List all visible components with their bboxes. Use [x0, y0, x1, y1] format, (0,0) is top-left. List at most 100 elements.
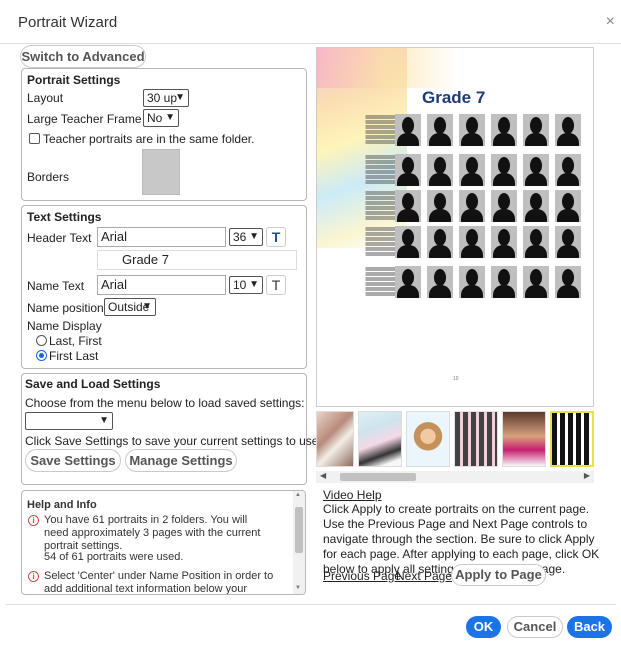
- teacher-frame-select-value: No: [147, 111, 163, 125]
- saved-settings-select[interactable]: ▼: [25, 412, 113, 430]
- teacher-frame-select[interactable]: No ▼: [143, 109, 179, 127]
- help-scroll-thumb[interactable]: [295, 507, 303, 553]
- header-text-label: Header Text: [27, 231, 92, 245]
- thumbnail-scroll-thumb[interactable]: [340, 473, 416, 481]
- silhouette-head: [466, 117, 478, 134]
- portrait-silhouette: [491, 190, 517, 222]
- name-line: [351, 180, 399, 184]
- name-line: [351, 206, 399, 210]
- silhouette-body: [461, 133, 483, 146]
- previous-page-link[interactable]: Previous Page: [323, 569, 401, 583]
- silhouette-body: [557, 285, 579, 298]
- page-thumbnail[interactable]: [406, 411, 450, 467]
- header-text-input[interactable]: Grade 7: [97, 250, 297, 270]
- name-line: [351, 165, 399, 169]
- portrait-silhouette: [491, 114, 517, 146]
- apply-to-page-button[interactable]: Apply to Page: [451, 564, 546, 586]
- portrait-silhouette: [523, 226, 549, 258]
- scroll-left-icon[interactable]: ◀: [320, 471, 326, 480]
- same-folder-checkbox[interactable]: [29, 133, 40, 144]
- name-line: [351, 267, 399, 271]
- silhouette-head: [498, 157, 510, 174]
- portrait-silhouette: [427, 266, 453, 298]
- header-font-input[interactable]: Arial: [97, 227, 226, 247]
- help-item-portraits: You have 61 portraits in 2 folders. You …: [44, 514, 261, 552]
- silhouette-body: [493, 133, 515, 146]
- page-thumbnails: [316, 411, 594, 469]
- name-position-select[interactable]: Outside ▼: [104, 298, 156, 316]
- chevron-down-icon: ▼: [175, 92, 185, 103]
- name-line: [351, 252, 399, 256]
- page-thumbnail[interactable]: [316, 411, 354, 467]
- help-scrollbar[interactable]: ▲ ▼: [293, 491, 305, 594]
- text-settings-title: Text Settings: [27, 210, 102, 224]
- video-help-link[interactable]: Video Help: [323, 488, 382, 502]
- save-settings-button[interactable]: Save Settings: [25, 449, 121, 472]
- silhouette-head: [530, 117, 542, 134]
- name-line: [351, 211, 399, 215]
- silhouette-head: [530, 269, 542, 286]
- silhouette-body: [461, 285, 483, 298]
- preview-grade-title: Grade 7: [422, 88, 486, 107]
- scroll-down-icon[interactable]: ▼: [295, 585, 301, 591]
- silhouette-head: [434, 229, 446, 246]
- portrait-silhouette: [555, 266, 581, 298]
- name-line: [351, 130, 399, 134]
- silhouette-body: [429, 133, 451, 146]
- title-bar: Portrait Wizard ×: [0, 0, 621, 44]
- name-list: [351, 226, 399, 257]
- portrait-silhouette: [459, 226, 485, 258]
- radio-first-last[interactable]: [36, 350, 47, 361]
- next-page-link[interactable]: Next Page: [396, 569, 452, 583]
- name-line: [351, 115, 399, 119]
- back-button[interactable]: Back: [567, 616, 612, 638]
- portrait-silhouette: [459, 114, 485, 146]
- name-line: [351, 247, 399, 251]
- border-swatch[interactable]: [142, 149, 180, 195]
- silhouette-body: [557, 133, 579, 146]
- silhouette-head: [434, 269, 446, 286]
- close-icon[interactable]: ×: [606, 13, 615, 31]
- thumbnail-scrollbar[interactable]: ◀ ▶: [316, 471, 594, 483]
- name-line: [351, 120, 399, 124]
- silhouette-head: [562, 269, 574, 286]
- scroll-right-icon[interactable]: ▶: [584, 471, 590, 480]
- portrait-silhouette: [459, 154, 485, 186]
- teacher-frame-label: Large Teacher Frame: [27, 112, 142, 126]
- scroll-up-icon[interactable]: ▲: [295, 492, 301, 498]
- name-line: [351, 232, 399, 236]
- header-size-select[interactable]: 36 ▼: [229, 228, 263, 246]
- name-font-input[interactable]: Arial: [97, 275, 226, 295]
- name-line: [351, 227, 399, 231]
- silhouette-body: [397, 285, 419, 298]
- page-thumbnail[interactable]: [502, 411, 546, 467]
- portrait-silhouette: [395, 154, 421, 186]
- switch-to-advanced-button[interactable]: Switch to Advanced: [20, 45, 146, 68]
- name-list: [351, 154, 399, 185]
- text-color-icon[interactable]: T: [266, 275, 286, 295]
- name-line: [351, 160, 399, 164]
- page-preview[interactable]: Grade 7 10: [316, 47, 594, 407]
- manage-settings-button[interactable]: Manage Settings: [125, 449, 237, 472]
- cancel-button[interactable]: Cancel: [507, 616, 563, 638]
- name-size-select[interactable]: 10 ▼: [229, 276, 263, 294]
- page-thumbnail-selected[interactable]: [550, 411, 594, 467]
- name-line: [351, 292, 399, 296]
- help-info-panel: Help and Info i You have 61 portraits in…: [21, 490, 306, 595]
- ok-button[interactable]: OK: [466, 616, 501, 638]
- name-display-label: Name Display: [27, 319, 102, 333]
- borders-label: Borders: [27, 170, 70, 184]
- name-list: [351, 266, 399, 297]
- page-thumbnail[interactable]: [454, 411, 498, 467]
- silhouette-body: [525, 285, 547, 298]
- portrait-settings-panel: Portrait Settings Layout 30 up ▼ Large T…: [21, 68, 307, 201]
- name-line: [351, 282, 399, 286]
- name-line: [351, 125, 399, 129]
- silhouette-body: [557, 173, 579, 186]
- layout-select[interactable]: 30 up ▼: [143, 89, 189, 107]
- text-color-icon[interactable]: T: [266, 227, 286, 247]
- page-thumbnail[interactable]: [358, 411, 402, 467]
- name-line: [351, 170, 399, 174]
- name-line: [351, 237, 399, 241]
- radio-last-first[interactable]: [36, 335, 47, 346]
